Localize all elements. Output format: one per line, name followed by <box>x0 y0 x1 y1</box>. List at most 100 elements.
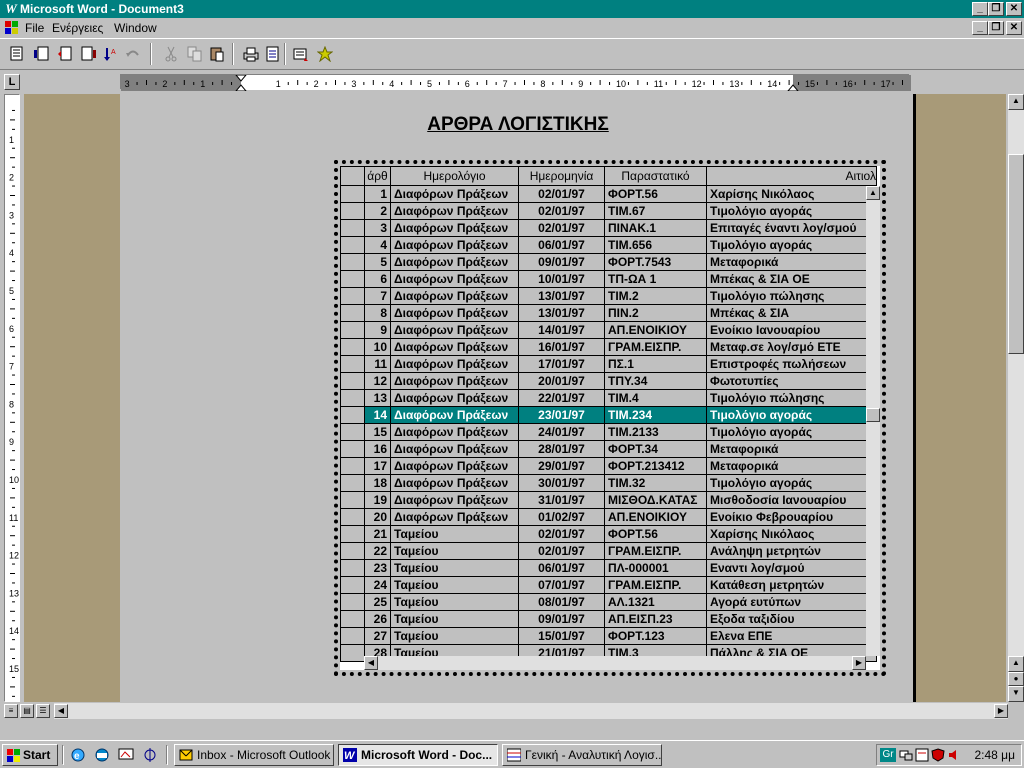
row-selector[interactable] <box>340 457 365 475</box>
cell-number[interactable]: 1 <box>364 185 391 203</box>
row-selector[interactable] <box>340 406 365 424</box>
table-row[interactable]: 20 Διαφόρων Πράξεων 01/02/97 ΑΠ.ΕΝΟΙΚΙΟΥ Ενο… <box>340 508 877 526</box>
cell-document[interactable]: ΤΙΜ.2 <box>604 287 707 305</box>
row-selector-header[interactable] <box>340 166 365 186</box>
row-selector[interactable] <box>340 610 365 628</box>
table-row[interactable]: 9 Διαφόρων Πράξεων 14/01/97 ΑΠ.ΕΝΟΙΚΙΟΥ Ενοί… <box>340 321 877 339</box>
cell-journal[interactable]: Διαφόρων Πράξεων <box>390 508 519 526</box>
doc-close-button[interactable]: ✕ <box>1006 21 1022 35</box>
cell-date[interactable]: 02/01/97 <box>518 185 605 203</box>
table-row[interactable]: 6 Διαφόρων Πράξεων 10/01/97 ΤΠ-ΩΑ 1 Μπέκας &… <box>340 270 877 288</box>
internet-explorer-icon[interactable]: e <box>70 747 86 763</box>
row-selector[interactable] <box>340 423 365 441</box>
tab-selector-button[interactable]: L <box>4 74 20 90</box>
cell-reason[interactable]: Μεταφ.σε λογ/σμό ΕΤΕ <box>706 338 877 356</box>
cell-journal[interactable]: Διαφόρων Πράξεων <box>390 423 519 441</box>
horizontal-ruler[interactable]: 3 2 1 1 2 3 4 5 6 7 8 9 10 11 12 13 14 15 16 17 <box>120 74 911 91</box>
document-icon[interactable] <box>4 20 20 36</box>
scroll-left-button[interactable]: ◀ <box>54 704 68 718</box>
cell-document[interactable]: ΑΠ.ΕΝΟΙΚΙΟΥ <box>604 321 707 339</box>
row-selector[interactable] <box>340 338 365 356</box>
document-vertical-scrollbar[interactable]: ▲ ▲ ● ▼ <box>1008 94 1024 702</box>
table-row[interactable]: 3 Διαφόρων Πράξεων 02/01/97 ΠΙΝΑΚ.1 Επιταγές… <box>340 219 877 237</box>
cell-document[interactable]: ΜΙΣΘΟΔ.ΚΑΤΑΣ <box>604 491 707 509</box>
cell-document[interactable]: ΤΙΜ.67 <box>604 202 707 220</box>
cell-journal[interactable]: Ταμείου <box>390 593 519 611</box>
cell-reason[interactable]: Φωτοτυπίες <box>706 372 877 390</box>
word-app-icon[interactable]: W <box>3 1 19 17</box>
cell-reason[interactable]: Τιμολόγιο αγοράς <box>706 202 877 220</box>
table-row[interactable]: 21 Ταμείου 02/01/97 ΦΟΡΤ.56 Χαρίσης Νικόλαος <box>340 525 877 543</box>
column-header-journal[interactable]: Ημερολόγιο <box>390 166 519 186</box>
cell-document[interactable]: ΤΙΜ.2133 <box>604 423 707 441</box>
start-button[interactable]: Start <box>2 744 58 766</box>
cell-date[interactable]: 10/01/97 <box>518 270 605 288</box>
cell-document[interactable]: ΦΟΡΤ.213412 <box>604 457 707 475</box>
embedded-table-object[interactable]: άρθ Ημερολόγιο Ημερομηνία Παραστατικό Αι… <box>334 160 886 676</box>
row-selector[interactable] <box>340 355 365 373</box>
task-word[interactable]: W Microsoft Word - Doc... <box>338 744 498 766</box>
cell-journal[interactable]: Διαφόρων Πράξεων <box>390 321 519 339</box>
table-row[interactable]: 12 Διαφόρων Πράξεων 20/01/97 ΤΠΥ.34 Φωτοτυπί… <box>340 372 877 390</box>
cell-reason[interactable]: Επιταγές έναντι λογ/σμού <box>706 219 877 237</box>
table-row[interactable]: 23 Ταμείου 06/01/97 ΠΛ-000001 Εναντι λογ/σμο… <box>340 559 877 577</box>
cell-reason[interactable]: Μπέκας & ΣΙΑ <box>706 304 877 322</box>
cell-date[interactable]: 02/01/97 <box>518 525 605 543</box>
next-record-button[interactable] <box>78 43 100 65</box>
row-selector[interactable] <box>340 593 365 611</box>
table-row[interactable]: 13 Διαφόρων Πράξεων 22/01/97 ΤΙΜ.4 Τιμολόγιο… <box>340 389 877 407</box>
row-selector[interactable] <box>340 253 365 271</box>
document-horizontal-scrollbar[interactable]: ◀ ▶ <box>54 703 1008 719</box>
cell-number[interactable]: 22 <box>364 542 391 560</box>
table-row[interactable]: 16 Διαφόρων Πράξεων 28/01/97 ΦΟΡΤ.34 Μεταφορ… <box>340 440 877 458</box>
cell-journal[interactable]: Διαφόρων Πράξεων <box>390 287 519 305</box>
report-button[interactable] <box>262 43 284 65</box>
cell-date[interactable]: 28/01/97 <box>518 440 605 458</box>
cell-document[interactable]: ΠΣ.1 <box>604 355 707 373</box>
cell-date[interactable]: 20/01/97 <box>518 372 605 390</box>
cell-reason[interactable]: Ελενα ΕΠΕ <box>706 627 877 645</box>
language-indicator[interactable]: Gr <box>880 748 896 762</box>
outlook-express-icon[interactable] <box>94 747 110 763</box>
cell-reason[interactable]: Ενοίκιο Φεβρουαρίου <box>706 508 877 526</box>
table-row[interactable]: 17 Διαφόρων Πράξεων 29/01/97 ΦΟΡΤ.213412 Μετ… <box>340 457 877 475</box>
cell-document[interactable]: ΤΙΜ.4 <box>604 389 707 407</box>
cell-number[interactable]: 19 <box>364 491 391 509</box>
cell-number[interactable]: 26 <box>364 610 391 628</box>
left-indent-marker[interactable] <box>235 84 247 91</box>
table-row[interactable]: 15 Διαφόρων Πράξεων 24/01/97 ΤΙΜ.2133 Τιμολό… <box>340 423 877 441</box>
cell-date[interactable]: 13/01/97 <box>518 304 605 322</box>
volume-icon[interactable] <box>947 748 961 762</box>
cell-number[interactable]: 13 <box>364 389 391 407</box>
cell-number[interactable]: 2 <box>364 202 391 220</box>
cell-number[interactable]: 21 <box>364 525 391 543</box>
cell-document[interactable]: ΓΡΑΜ.ΕΙΣΠΡ. <box>604 338 707 356</box>
cell-document[interactable]: ΓΡΑΜ.ΕΙΣΠΡ. <box>604 542 707 560</box>
cell-date[interactable]: 15/01/97 <box>518 627 605 645</box>
cell-journal[interactable]: Διαφόρων Πράξεων <box>390 474 519 492</box>
column-header-date[interactable]: Ημερομηνία <box>518 166 605 186</box>
cell-journal[interactable]: Διαφόρων Πράξεων <box>390 440 519 458</box>
cell-number[interactable]: 14 <box>364 406 391 424</box>
cell-date[interactable]: 23/01/97 <box>518 406 605 424</box>
doc-restore-button[interactable]: ❐ <box>988 21 1004 35</box>
cell-reason[interactable]: Χαρίσης Νικόλαος <box>706 185 877 203</box>
document-page[interactable]: ΑΡΘΡΑ ΛΟΓΙΣΤΙΚΗΣ άρθ Ημερολόγιο Ημερομην… <box>120 94 916 702</box>
cell-date[interactable]: 02/01/97 <box>518 202 605 220</box>
table-row[interactable]: 4 Διαφόρων Πράξεων 06/01/97 ΤΙΜ.656 Τιμολόγι… <box>340 236 877 254</box>
row-selector[interactable] <box>340 627 365 645</box>
table-row[interactable]: 1 Διαφόρων Πράξεων 02/01/97 ΦΟΡΤ.56 Χαρίσης … <box>340 185 877 203</box>
cell-journal[interactable]: Ταμείου <box>390 610 519 628</box>
normal-view-button[interactable]: ≡ <box>4 704 18 718</box>
cell-document[interactable]: ΑΠ.ΕΙΣΠ.23 <box>604 610 707 628</box>
cell-date[interactable]: 14/01/97 <box>518 321 605 339</box>
outline-view-button[interactable]: ☰ <box>36 704 50 718</box>
cell-number[interactable]: 8 <box>364 304 391 322</box>
cell-journal[interactable]: Διαφόρων Πράξεων <box>390 219 519 237</box>
previous-record-button[interactable] <box>54 43 76 65</box>
cell-journal[interactable]: Διαφόρων Πράξεων <box>390 338 519 356</box>
cell-number[interactable]: 16 <box>364 440 391 458</box>
table-row[interactable]: 19 Διαφόρων Πράξεων 31/01/97 ΜΙΣΘΟΔ.ΚΑΤΑΣ Μι… <box>340 491 877 509</box>
copy-button[interactable] <box>184 43 206 65</box>
cell-document[interactable]: ΦΟΡΤ.123 <box>604 627 707 645</box>
